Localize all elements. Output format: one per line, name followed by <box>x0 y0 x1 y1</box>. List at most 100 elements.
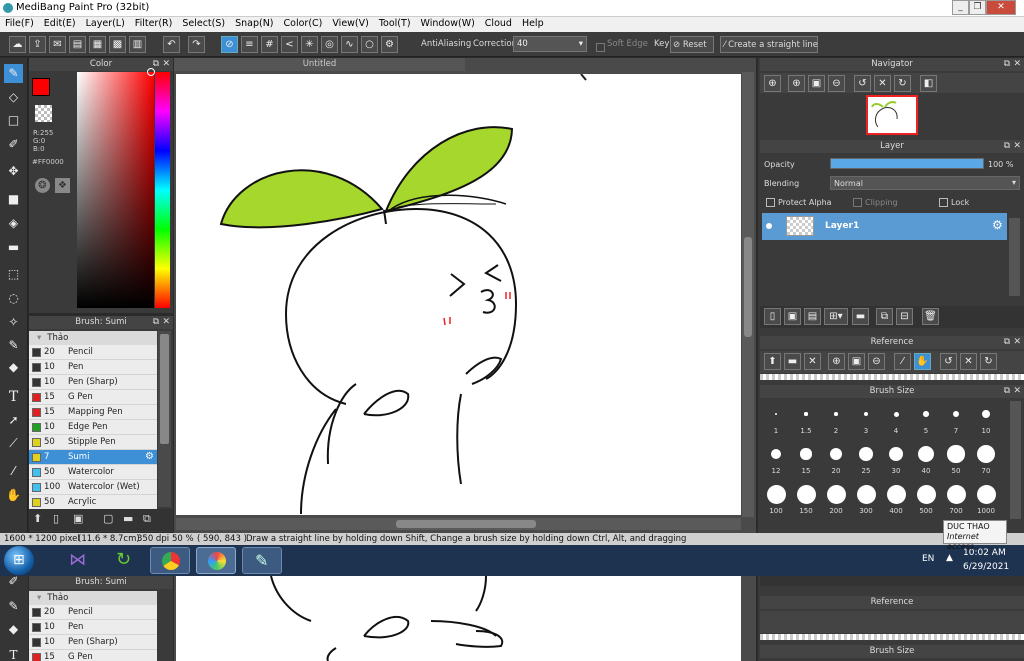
ref-zoom-out-icon[interactable]: ⊖ <box>868 353 885 370</box>
ref-zoom-in-icon[interactable]: ⊕ <box>828 353 845 370</box>
brush-size-option[interactable]: 70 <box>972 443 1000 481</box>
zoom-fit-icon[interactable]: ⊕ <box>764 75 781 92</box>
ref-rotate-right-icon[interactable]: ↻ <box>980 353 997 370</box>
select-eraser-tool-icon[interactable]: ◆ <box>4 358 23 377</box>
brush-size-option[interactable]: 25 <box>852 443 880 481</box>
brush-list-scrollbar[interactable] <box>158 331 171 507</box>
blur-tool-icon[interactable]: ✐ <box>4 135 23 154</box>
page-icon[interactable]: ▦ <box>89 36 106 53</box>
layer-row[interactable]: Layer1 ⚙ <box>762 213 1007 240</box>
brush-item[interactable]: 15 G Pen <box>29 390 157 405</box>
new-layer-icon[interactable]: ▯ <box>764 308 781 325</box>
cloud-icon[interactable]: ☁ <box>9 36 26 53</box>
brush-size-scrollbar[interactable] <box>1010 401 1021 519</box>
visual-studio-icon[interactable]: ⋈ <box>57 547 97 574</box>
upload-icon[interactable]: ⬆ <box>764 353 781 370</box>
brush-item[interactable]: 10 Edge Pen <box>29 420 157 435</box>
brush-item[interactable]: 7 Sumi ⚙ <box>29 450 157 465</box>
magic-wand-tool-icon[interactable]: ✧ <box>4 313 23 332</box>
undo-icon[interactable]: ↶ <box>163 36 180 53</box>
color-picker-cursor[interactable] <box>147 68 155 76</box>
folder-icon[interactable]: ▬ <box>123 512 133 525</box>
crisscross-snap-icon[interactable]: # <box>261 36 278 53</box>
brush-settings-icon[interactable]: ▣ <box>73 512 83 525</box>
soft-edge-checkbox[interactable] <box>596 43 605 52</box>
brush-item[interactable]: 50 Stipple Pen <box>29 435 157 450</box>
fill-rect-tool-icon[interactable]: ■ <box>4 190 23 209</box>
menu-item[interactable]: View(V) <box>327 17 373 30</box>
ellipse-snap-icon[interactable]: ○ <box>361 36 378 53</box>
navigator-thumbnail[interactable] <box>866 95 918 135</box>
ref-hand-icon[interactable]: ✋ <box>914 353 931 370</box>
divide-tool-icon[interactable]: ⟋ <box>4 434 23 453</box>
redo-icon[interactable]: ↷ <box>188 36 205 53</box>
primary-color-swatch[interactable] <box>32 78 50 96</box>
menu-item[interactable]: Snap(N) <box>230 17 278 30</box>
brush-size-option[interactable]: 200 <box>822 483 850 521</box>
brush-size-option[interactable]: 300 <box>852 483 880 521</box>
ref-fit-icon[interactable]: ▣ <box>848 353 865 370</box>
duplicate-layer-icon[interactable]: ⧉ <box>876 308 893 325</box>
dot-tool-icon[interactable]: □ <box>4 111 23 130</box>
close-button[interactable]: ✕ <box>986 0 1016 15</box>
menu-item[interactable]: Select(S) <box>177 17 230 30</box>
gear-icon[interactable]: ⚙ <box>145 451 154 462</box>
brush-item[interactable]: 50 Acrylic <box>29 495 157 510</box>
add-brush-icon[interactable]: ⬆ <box>33 512 42 525</box>
gradient-tool-icon[interactable]: ▬ <box>4 238 23 257</box>
brush-size-option[interactable]: 40 <box>912 443 940 481</box>
zoom-out-icon[interactable]: ⊖ <box>828 75 845 92</box>
color-history-icon[interactable]: ❖ <box>55 178 70 193</box>
brush-size-option[interactable]: 10 <box>972 403 1000 441</box>
vertical-scrollbar[interactable] <box>742 72 754 517</box>
vertical-scrollbar-thumb[interactable] <box>744 237 752 337</box>
chrome-icon[interactable] <box>150 547 190 574</box>
brush-size-option[interactable]: 4 <box>882 403 910 441</box>
restore-button[interactable]: ❐ <box>969 0 986 15</box>
ref-reset-icon[interactable]: ✕ <box>960 353 977 370</box>
undock-icon[interactable]: ⧉ <box>1004 58 1010 71</box>
close-icon[interactable]: ✕ <box>162 316 170 329</box>
hue-slider[interactable] <box>155 72 170 308</box>
operation-tool-icon[interactable]: ➚ <box>4 411 23 430</box>
undock-icon[interactable]: ⧉ <box>1004 385 1010 398</box>
close-icon[interactable]: ✕ <box>1013 140 1021 153</box>
horizontal-scrollbar-thumb[interactable] <box>396 520 536 528</box>
brush-item[interactable]: 10 Pen <box>29 620 157 635</box>
correction-select[interactable]: 40 ▾ <box>513 36 587 52</box>
clock-date[interactable]: 6/29/2021 <box>963 562 1009 572</box>
brush-size-option[interactable]: 1000 <box>972 483 1000 521</box>
drawing-canvas[interactable] <box>176 74 741 515</box>
protect-alpha-checkbox[interactable] <box>766 198 775 207</box>
add-layer-menu-icon[interactable]: ⊞▾ <box>824 308 848 325</box>
comment-icon[interactable]: ▤ <box>69 36 86 53</box>
circle-snap-icon[interactable]: ◎ <box>321 36 338 53</box>
menu-item[interactable]: Layer(L) <box>81 17 130 30</box>
gear-icon[interactable]: ⚙ <box>992 218 1003 232</box>
menu-item[interactable]: Window(W) <box>416 17 480 30</box>
document-tab[interactable]: Untitled <box>174 58 465 71</box>
create-straight-line-button[interactable]: ⁄ Create a straight line <box>720 36 818 53</box>
undock-icon[interactable]: ⧉ <box>1004 140 1010 153</box>
brush-item[interactable]: 15 G Pen <box>29 650 157 661</box>
brush-size-option[interactable]: 30 <box>882 443 910 481</box>
brush-size-option[interactable]: 400 <box>882 483 910 521</box>
menu-item[interactable]: Cloud <box>480 17 517 30</box>
fit-window-icon[interactable]: ▣ <box>808 75 825 92</box>
opacity-slider[interactable] <box>830 158 984 169</box>
brush-group-header[interactable]: ▾ Thảo <box>29 331 157 345</box>
menu-item[interactable]: File(F) <box>0 17 39 30</box>
brush-item[interactable]: 20 Pencil <box>29 345 157 360</box>
reset-rotation-icon[interactable]: ✕ <box>874 75 891 92</box>
brush-size-option[interactable]: 700 <box>942 483 970 521</box>
start-button[interactable]: ⊞ <box>4 546 34 575</box>
close-reference-icon[interactable]: ✕ <box>804 353 821 370</box>
horizontal-scrollbar[interactable] <box>176 518 741 530</box>
visibility-icon[interactable] <box>766 223 772 229</box>
duplicate-brush-icon[interactable]: ▢ <box>103 512 113 525</box>
curve-snap-icon[interactable]: ∿ <box>341 36 358 53</box>
brush-item[interactable]: 100 Watercolor (Wet) <box>29 480 157 495</box>
snap-off-icon[interactable]: ⊘ <box>221 36 238 53</box>
ref-rotate-left-icon[interactable]: ↺ <box>940 353 957 370</box>
layer-list-scrollbar[interactable] <box>1009 218 1020 296</box>
